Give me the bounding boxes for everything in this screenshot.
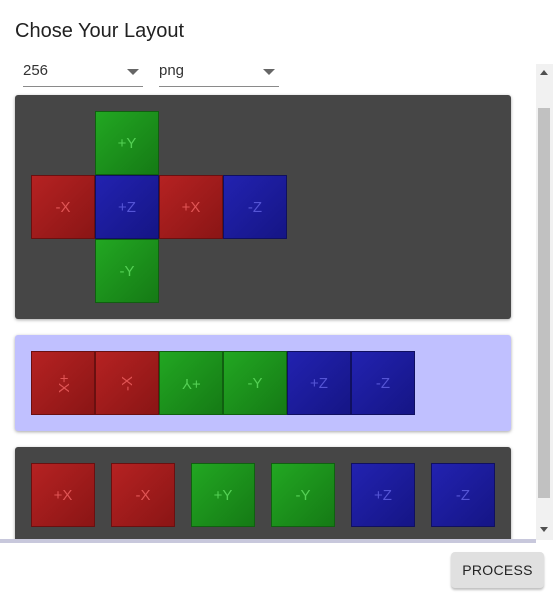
face-label: -Y — [247, 374, 263, 392]
size-select[interactable]: 256 — [23, 57, 143, 87]
layout-card-separate[interactable]: +X -X +Y -Y +Z -Z — [15, 447, 511, 539]
face-label: -X — [55, 198, 71, 216]
face-label: -Y — [119, 262, 135, 280]
format-select[interactable]: png — [159, 57, 279, 87]
cube-face: +Y — [159, 351, 223, 415]
face-label: -Z — [247, 198, 263, 216]
face-label: +Z — [118, 198, 136, 216]
face-label: +Z — [310, 374, 328, 392]
layout-list[interactable]: +Y -X +Z +X -Z -Y +X -X +Y -Y +Z -Z +X -… — [0, 93, 553, 539]
cube-face: +Z — [95, 175, 159, 239]
layout-card-strip[interactable]: +X -X +Y -Y +Z -Z — [15, 335, 511, 431]
cube-face: -X — [31, 175, 95, 239]
cube-face: -Y — [95, 239, 159, 303]
face-label: +Y — [181, 374, 201, 392]
face-label: +Z — [374, 486, 392, 504]
cube-face: +Y — [95, 111, 159, 175]
chevron-down-icon — [127, 69, 139, 75]
cube-face: -Y — [271, 463, 335, 527]
cube-face: +X — [31, 351, 95, 415]
scroll-up-icon[interactable] — [540, 70, 548, 75]
cube-face: +X — [31, 463, 95, 527]
scrollbar-thumb[interactable] — [538, 108, 550, 498]
face-label: +X — [53, 486, 73, 504]
face-label: -Z — [455, 486, 471, 504]
scroll-down-icon[interactable] — [540, 527, 548, 532]
face-label: +X — [54, 373, 72, 393]
vertical-scrollbar[interactable] — [536, 64, 553, 540]
face-label: -X — [135, 486, 151, 504]
cube-face: +Z — [287, 351, 351, 415]
layout-dialog: Chose Your Layout 256 png +Y -X +Z +X -Z… — [0, 0, 553, 596]
divider — [0, 539, 536, 543]
format-select-value: png — [159, 62, 185, 79]
face-label: +X — [181, 198, 201, 216]
face-label: +Y — [117, 134, 137, 152]
face-label: -Z — [375, 374, 391, 392]
cube-face: -Z — [431, 463, 495, 527]
face-label: -Y — [295, 486, 311, 504]
cube-face: -X — [95, 351, 159, 415]
face-label: -X — [118, 375, 136, 391]
cube-face: +X — [159, 175, 223, 239]
cube-face: +Y — [191, 463, 255, 527]
process-button[interactable]: PROCESS — [451, 552, 544, 588]
cube-face: -X — [111, 463, 175, 527]
cube-face: +Z — [351, 463, 415, 527]
cube-face: -Z — [351, 351, 415, 415]
dialog-title: Chose Your Layout — [15, 20, 185, 42]
size-select-value: 256 — [23, 62, 49, 79]
chevron-down-icon — [263, 69, 275, 75]
cube-face: -Y — [223, 351, 287, 415]
layout-card-cross[interactable]: +Y -X +Z +X -Z -Y — [15, 95, 511, 319]
cube-face: -Z — [223, 175, 287, 239]
face-label: +Y — [213, 486, 233, 504]
